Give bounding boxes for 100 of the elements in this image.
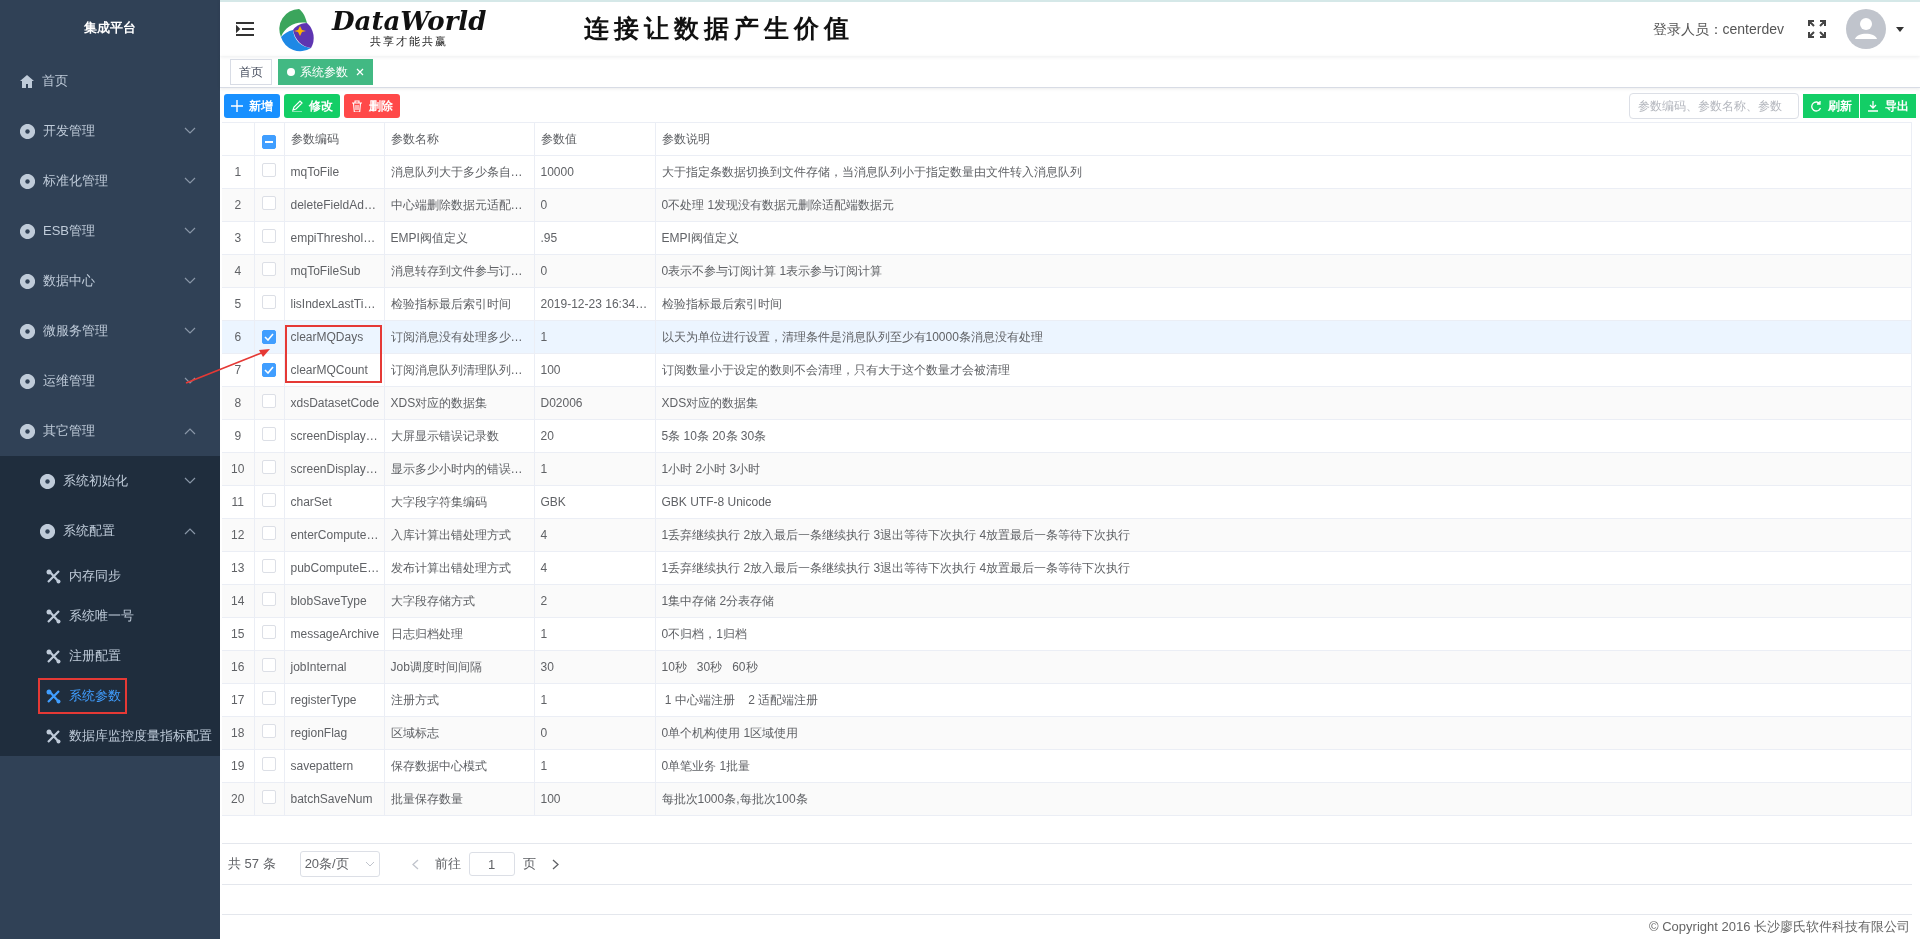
table-cell: 检验指标最后索引时间	[384, 287, 534, 321]
check-icon	[264, 366, 274, 374]
row-number: 7	[222, 353, 254, 387]
row-number: 17	[222, 683, 254, 717]
row-number: 9	[222, 419, 254, 453]
menu-icon[interactable]	[236, 22, 254, 36]
search-field[interactable]: 参数编码、参数名称、参数	[1629, 93, 1799, 119]
table-cell: mqToFile	[284, 155, 384, 189]
checkbox[interactable]	[262, 363, 276, 377]
close-icon[interactable]	[356, 67, 364, 76]
table-cell: XDS对应的数据集	[655, 386, 1912, 420]
chevron-down-icon	[184, 477, 196, 485]
table-cell: 1小时 2小时 3小时	[655, 452, 1912, 486]
table-cell: deleteFieldAd…	[284, 188, 384, 222]
sidebar-item[interactable]: ESB管理	[0, 206, 220, 256]
table-cell: 中心端删除数据元适配…	[384, 188, 534, 222]
user-label: 登录人员：centerdev	[1652, 19, 1784, 39]
table-cell: charSet	[284, 485, 384, 519]
goto-label: 前往	[434, 855, 461, 874]
table-cell: 订阅数量小于设定的数则不会清理，只有大于这个数量才会被清理	[655, 353, 1912, 387]
row-number: 5	[222, 287, 254, 321]
trash-icon	[351, 100, 363, 112]
table-cell: pubComputeE…	[284, 551, 384, 585]
checkbox[interactable]	[262, 134, 276, 149]
table-cell: 1	[534, 749, 655, 783]
table-cell: 大屏显示错误记录数	[384, 419, 534, 453]
download-icon	[1867, 100, 1879, 112]
table-cell: 入库计算出错处理方式	[384, 518, 534, 552]
chevron-down-icon	[184, 227, 196, 235]
table-cell: 消息队列大于多少条自…	[384, 155, 534, 189]
sidebar-item[interactable]: 注册配置	[0, 636, 220, 676]
table-cell: Job调度时间间隔	[384, 650, 534, 684]
table-cell: 0表示不参与订阅计算 1表示参与订阅计算	[655, 254, 1912, 288]
row-number: 3	[222, 221, 254, 255]
sidebar-item[interactable]: 其它管理	[0, 406, 220, 456]
sidebar-item[interactable]: 内存同步	[0, 556, 220, 596]
sidebar-item[interactable]: 系统唯一号	[0, 596, 220, 636]
tools-icon	[46, 648, 61, 664]
sidebar-item[interactable]: 标准化管理	[0, 156, 220, 206]
table-cell: 1	[534, 452, 655, 486]
table-cell: 1 中心端注册 2 适配端注册	[655, 683, 1912, 717]
row-number: 20	[222, 782, 254, 816]
table-cell: GBK	[534, 485, 655, 519]
tools-icon	[46, 688, 61, 704]
pencil-icon	[291, 100, 303, 112]
page-suffix: 页	[522, 855, 536, 874]
page-input[interactable]: 1	[468, 852, 515, 876]
chevron-down-icon	[184, 177, 196, 185]
table-cell: 每批次1000条,每批次100条	[655, 782, 1912, 816]
column-header: 参数编码	[284, 122, 384, 156]
chevron-down-icon	[364, 861, 375, 867]
caret-icon[interactable]	[1896, 26, 1904, 32]
sidebar-item[interactable]: 开发管理	[0, 106, 220, 156]
sidebar-item[interactable]: 系统初始化	[0, 456, 220, 506]
sidebar-item[interactable]: 数据中心	[0, 256, 220, 306]
sidebar-item[interactable]: 系统配置	[0, 506, 220, 556]
tab-dot-icon	[287, 67, 295, 76]
table-cell: 10000	[534, 155, 655, 189]
table-cell: 1丢弃继续执行 2放入最后一条继续执行 3退出等待下次执行 4放置最后一条等待下次执行	[655, 551, 1912, 585]
sidebar-item[interactable]: 数据库监控度量指标配置	[0, 716, 220, 756]
table-cell: 检验指标最后索引时间	[655, 287, 1912, 321]
row-number: 19	[222, 749, 254, 783]
table-cell: enterCompute…	[284, 518, 384, 552]
table-cell: 1集中存储 2分表存储	[655, 584, 1912, 618]
chevron-down-icon	[184, 327, 196, 335]
next-page-icon[interactable]	[551, 858, 559, 870]
plus-icon	[231, 100, 243, 112]
tab[interactable]: 首页	[230, 58, 272, 85]
table-cell: clearMQCount	[284, 353, 384, 387]
table-cell: 0不处理 1发现没有数据元删除适配端数据元	[655, 188, 1912, 222]
checkbox[interactable]	[262, 330, 276, 344]
prev-page-icon[interactable]	[411, 858, 419, 870]
page-size-select[interactable]: 20条/页	[299, 851, 380, 877]
sidebar-item[interactable]: 系统参数	[0, 676, 220, 716]
table-cell: 1	[534, 683, 655, 717]
table-cell: 2019-12-23 16:34…	[534, 287, 655, 321]
table-cell: 消息转存到文件参与订…	[384, 254, 534, 288]
table-cell: 10秒 30秒 60秒	[655, 650, 1912, 684]
table-cell: 100	[534, 353, 655, 387]
table-cell: 注册方式	[384, 683, 534, 717]
table-cell: savepattern	[284, 749, 384, 783]
table-cell: XDS对应的数据集	[384, 386, 534, 420]
table-cell: 订阅消息队列清理队列…	[384, 353, 534, 387]
table-cell: 4	[534, 551, 655, 585]
fullscreen-icon[interactable]	[1808, 20, 1826, 38]
table-cell: EMPI阀值定义	[384, 221, 534, 255]
table-cell: 30	[534, 650, 655, 684]
home-icon	[20, 74, 34, 88]
row-number: 2	[222, 188, 254, 222]
table-cell: 批量保存数量	[384, 782, 534, 816]
avatar-icon[interactable]	[1846, 9, 1886, 49]
sidebar-item[interactable]: 微服务管理	[0, 306, 220, 356]
table-cell: messageArchive	[284, 617, 384, 651]
sidebar-item[interactable]: 首页	[0, 56, 220, 106]
table-cell: xdsDatasetCode	[284, 386, 384, 420]
table-cell: 保存数据中心模式	[384, 749, 534, 783]
table-cell: 2	[534, 584, 655, 618]
column-header: 参数值	[534, 122, 655, 156]
tools-icon	[46, 608, 61, 624]
sidebar-item[interactable]: 运维管理	[0, 356, 220, 406]
